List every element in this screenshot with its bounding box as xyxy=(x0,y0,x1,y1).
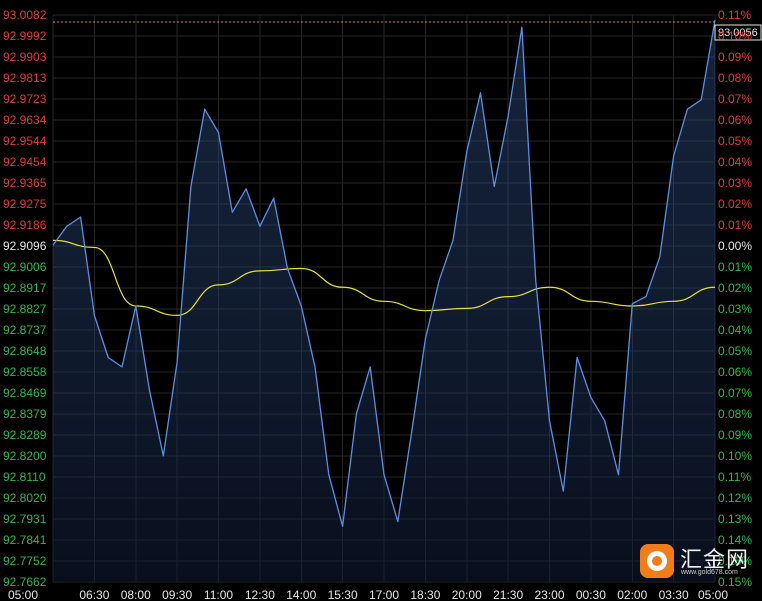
y-tick-label-right: 0.02% xyxy=(718,281,752,295)
x-tick-label: 02:00 xyxy=(617,588,647,601)
y-tick-label-right: 0.10% xyxy=(718,449,752,463)
y-axis-left: 93.0082 92.9992 92.9903 92.9813 92.9723 92.96… xyxy=(3,8,47,589)
x-tick-label: 06:30 xyxy=(79,588,109,601)
y-tick-label: 92.8827 xyxy=(3,302,47,316)
x-tick-label: 18:30 xyxy=(410,588,440,601)
y-tick-label: 92.9454 xyxy=(3,155,47,169)
y-tick-label: 92.9275 xyxy=(3,197,47,211)
x-tick-label: 12:30 xyxy=(245,588,275,601)
y-tick-label-right: 0.05% xyxy=(718,344,752,358)
y-tick-label: 92.9723 xyxy=(3,92,47,106)
y-tick-label: 92.9006 xyxy=(3,260,47,274)
y-tick-label: 92.9634 xyxy=(3,113,47,127)
y-tick-label: 92.8917 xyxy=(3,281,47,295)
y-tick-label: 92.8737 xyxy=(3,323,47,337)
last-price-marker: 93.0056 xyxy=(53,21,762,41)
x-tick-label: 20:00 xyxy=(452,588,482,601)
y-tick-label-right: 0.09% xyxy=(718,428,752,442)
y-tick-label-right: 0.12% xyxy=(718,491,752,505)
y-tick-label-right: 0.06% xyxy=(718,113,752,127)
y-tick-label: 92.8200 xyxy=(3,449,47,463)
y-tick-label-right: 0.13% xyxy=(718,512,752,526)
y-tick-label: 92.8289 xyxy=(3,428,47,442)
y-tick-label: 92.9365 xyxy=(3,176,47,190)
y-tick-label: 92.7662 xyxy=(3,575,47,589)
y-tick-label-right: 0.03% xyxy=(718,176,752,190)
y-tick-label: 92.8469 xyxy=(3,386,47,400)
y-tick-label-right: 0.07% xyxy=(718,92,752,106)
y-tick-label: 92.7931 xyxy=(3,512,47,526)
x-axis: 05:00 06:30 08:00 09:30 11:00 12:30 14:00 15:30… xyxy=(8,588,728,601)
y-tick-label-right: 0.03% xyxy=(718,302,752,316)
watermark-logo: 汇金网 www.gold678.com xyxy=(640,542,758,582)
watermark-url: www.gold678.com xyxy=(681,569,738,576)
y-tick-label-right: 0.02% xyxy=(718,197,752,211)
y-tick-label-right: 0.08% xyxy=(718,407,752,421)
y-tick-label-right: 0.08% xyxy=(718,71,752,85)
y-tick-label-right: 0.01% xyxy=(718,218,752,232)
gold678-logo-icon xyxy=(640,544,674,578)
y-tick-label-right: 0.09% xyxy=(718,50,752,64)
x-tick-label: 00:30 xyxy=(576,588,606,601)
y-tick-label-right: 0.06% xyxy=(718,365,752,379)
y-tick-label: 92.9813 xyxy=(3,71,47,85)
y-tick-label: 92.8379 xyxy=(3,407,47,421)
y-tick-label: 92.8648 xyxy=(3,344,47,358)
y-tick-label: 92.7752 xyxy=(3,554,47,568)
x-tick-label: 23:00 xyxy=(534,588,564,601)
y-tick-label: 92.9992 xyxy=(3,29,47,43)
y-tick-label: 92.9903 xyxy=(3,50,47,64)
y-axis-right: 0.11% 0.10% 0.09% 0.08% 0.07% 0.06% 0.05% 0.04%… xyxy=(718,8,752,589)
x-tick-label: 05:00 xyxy=(8,588,38,601)
y-tick-label: 92.7841 xyxy=(3,533,47,547)
y-tick-label-right: 0.04% xyxy=(718,323,752,337)
y-tick-label: 92.9186 xyxy=(3,218,47,232)
y-tick-label-right: 0.07% xyxy=(718,386,752,400)
x-tick-label: 21:30 xyxy=(493,588,523,601)
x-tick-label: 05:00 xyxy=(698,588,728,601)
y-tick-label: 93.0082 xyxy=(3,8,47,22)
y-tick-label: 92.8020 xyxy=(3,491,47,505)
x-tick-label: 17:00 xyxy=(369,588,399,601)
y-tick-label: 92.8558 xyxy=(3,365,47,379)
y-tick-label-right: 0.04% xyxy=(718,155,752,169)
y-tick-label-right: 0.10% xyxy=(718,29,752,43)
y-tick-label-right: 0.00% xyxy=(718,239,752,253)
price-chart: 93.0056 93.0082 92.9992 92.9903 92.9813 92.9… xyxy=(3,8,762,601)
x-tick-label: 08:00 xyxy=(121,588,151,601)
y-tick-label: 92.9096 xyxy=(3,239,47,253)
x-tick-label: 11:00 xyxy=(204,588,233,601)
y-tick-label-right: 0.11% xyxy=(718,470,751,484)
y-tick-label-right: 0.05% xyxy=(718,134,752,148)
x-tick-label: 15:30 xyxy=(328,588,358,601)
y-tick-label: 92.8110 xyxy=(3,470,46,484)
x-tick-label: 14:00 xyxy=(286,588,316,601)
y-tick-label: 92.9544 xyxy=(3,134,47,148)
x-tick-label: 09:30 xyxy=(162,588,192,601)
x-tick-label: 03:30 xyxy=(659,588,689,601)
y-tick-label-right: 0.11% xyxy=(718,8,751,22)
y-tick-label-right: 0.01% xyxy=(718,260,752,274)
